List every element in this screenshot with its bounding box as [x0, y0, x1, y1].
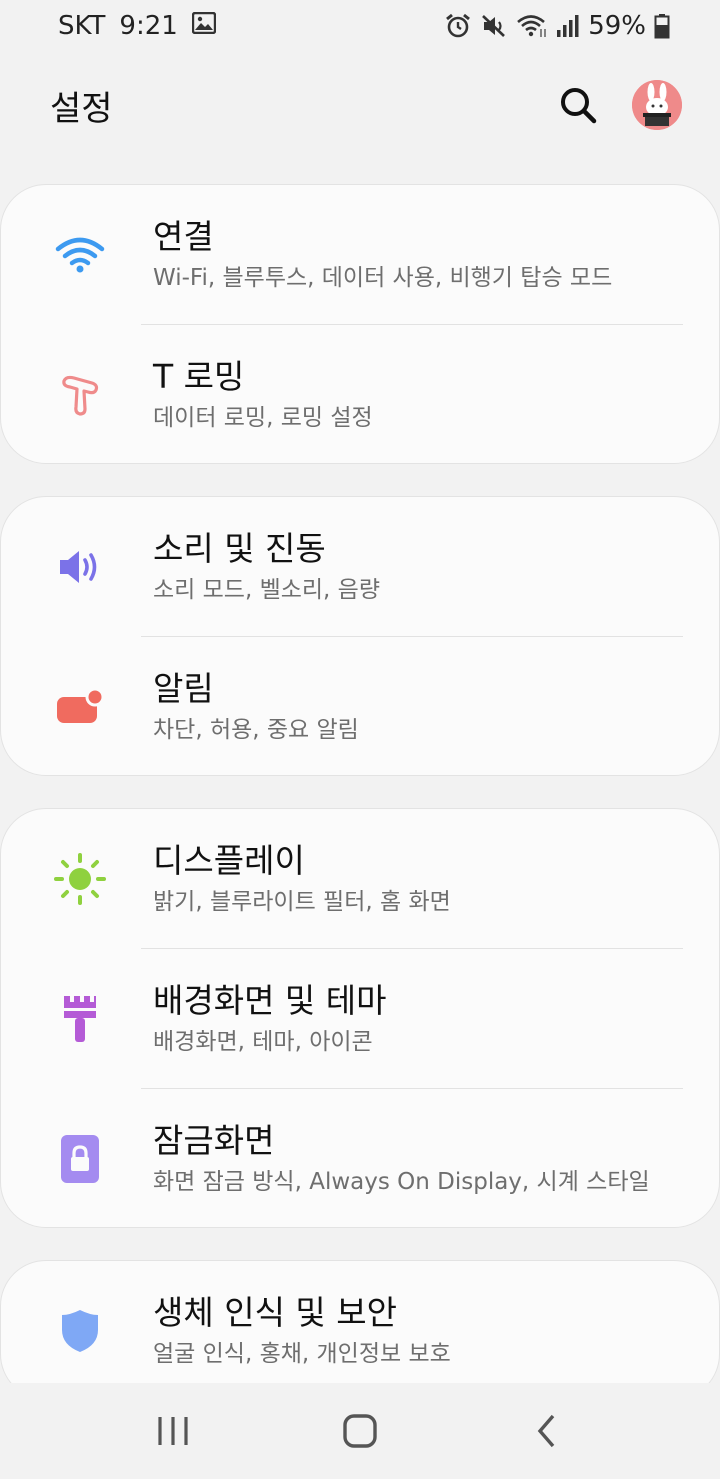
settings-group-security: 생체 인식 및 보안 얼굴 인식, 홍채, 개인정보 보호: [0, 1260, 720, 1400]
notification-icon: [53, 680, 107, 734]
header-actions: [554, 80, 682, 130]
profile-avatar[interactable]: [632, 80, 682, 130]
sun-icon: [53, 852, 107, 906]
status-right: 59%: [444, 11, 670, 41]
status-left: SKT 9:21: [58, 11, 217, 41]
settings-item-wallpaper-themes[interactable]: 배경화면 및 테마 배경화면, 테마, 아이콘: [1, 949, 719, 1089]
recents-button[interactable]: [133, 1391, 213, 1471]
t-roaming-icon: [53, 368, 107, 422]
wifi-icon: [53, 228, 107, 282]
settings-group-sound: 소리 및 진동 소리 모드, 벨소리, 음량 알림 차단, 허용, 중요 알림: [0, 496, 720, 776]
alarm-icon: [444, 13, 472, 39]
settings-item-subtitle: 차단, 허용, 중요 알림: [153, 717, 359, 743]
settings-item-t-roaming[interactable]: T 로밍 데이터 로밍, 로밍 설정: [1, 325, 719, 463]
settings-item-subtitle: 배경화면, 테마, 아이콘: [153, 1029, 373, 1055]
settings-item-subtitle: 화면 잠금 방식, Always On Display, 시계 스타일: [153, 1169, 650, 1195]
status-bar: SKT 9:21 59%: [0, 0, 720, 52]
settings-item-notifications[interactable]: 알림 차단, 허용, 중요 알림: [1, 637, 719, 775]
signal-icon: [556, 14, 580, 38]
settings-item-title: 소리 및 진동: [153, 529, 326, 568]
image-icon: [191, 11, 217, 41]
home-button[interactable]: [320, 1391, 400, 1471]
settings-item-subtitle: 소리 모드, 벨소리, 음량: [153, 577, 380, 603]
paintbrush-icon: [53, 992, 107, 1046]
recents-icon: [158, 1417, 188, 1445]
settings-item-title: 잠금화면: [153, 1121, 275, 1160]
bunny-avatar-icon: [632, 80, 682, 130]
settings-item-sound[interactable]: 소리 및 진동 소리 모드, 벨소리, 음량: [1, 497, 719, 637]
settings-item-title: T 로밍: [153, 357, 245, 396]
settings-item-title: 디스플레이: [153, 841, 305, 880]
settings-item-title: 생체 인식 및 보안: [153, 1293, 397, 1332]
settings-item-title: 알림: [153, 669, 214, 708]
search-button[interactable]: [554, 81, 602, 129]
search-icon: [561, 88, 597, 124]
settings-item-biometrics-security[interactable]: 생체 인식 및 보안 얼굴 인식, 홍채, 개인정보 보호: [1, 1261, 719, 1399]
wifi-status-icon: [516, 13, 548, 39]
settings-item-subtitle: Wi-Fi, 블루투스, 데이터 사용, 비행기 탑승 모드: [153, 265, 613, 291]
back-icon: [537, 1414, 554, 1448]
home-icon: [343, 1414, 377, 1448]
settings-item-subtitle: 밝기, 블루라이트 필터, 홈 화면: [153, 889, 451, 915]
navigation-bar: [0, 1383, 720, 1479]
settings-item-connections[interactable]: 연결 Wi-Fi, 블루투스, 데이터 사용, 비행기 탑승 모드: [1, 185, 719, 325]
settings-group-display: 디스플레이 밝기, 블루라이트 필터, 홈 화면 배경화면 및 테마 배경화면,…: [0, 808, 720, 1228]
app-header: 설정: [0, 70, 720, 140]
back-button[interactable]: [507, 1391, 587, 1471]
settings-item-subtitle: 얼굴 인식, 홍채, 개인정보 보호: [153, 1341, 451, 1367]
mute-icon: [480, 13, 508, 39]
shield-icon: [53, 1304, 107, 1358]
page-title: 설정: [50, 88, 113, 129]
lock-icon: [53, 1132, 107, 1186]
settings-item-lock-screen[interactable]: 잠금화면 화면 잠금 방식, Always On Display, 시계 스타일: [1, 1089, 719, 1227]
battery-icon: [654, 13, 670, 39]
carrier-label: SKT: [58, 11, 106, 41]
settings-item-title: 연결: [153, 217, 214, 256]
clock: 9:21: [119, 11, 178, 41]
settings-group-connections: 연결 Wi-Fi, 블루투스, 데이터 사용, 비행기 탑승 모드 T 로밍 데…: [0, 184, 720, 464]
settings-item-title: 배경화면 및 테마: [153, 981, 387, 1020]
speaker-icon: [53, 540, 107, 594]
settings-item-display[interactable]: 디스플레이 밝기, 블루라이트 필터, 홈 화면: [1, 809, 719, 949]
battery-percent: 59%: [588, 11, 646, 41]
settings-item-subtitle: 데이터 로밍, 로밍 설정: [153, 405, 373, 431]
